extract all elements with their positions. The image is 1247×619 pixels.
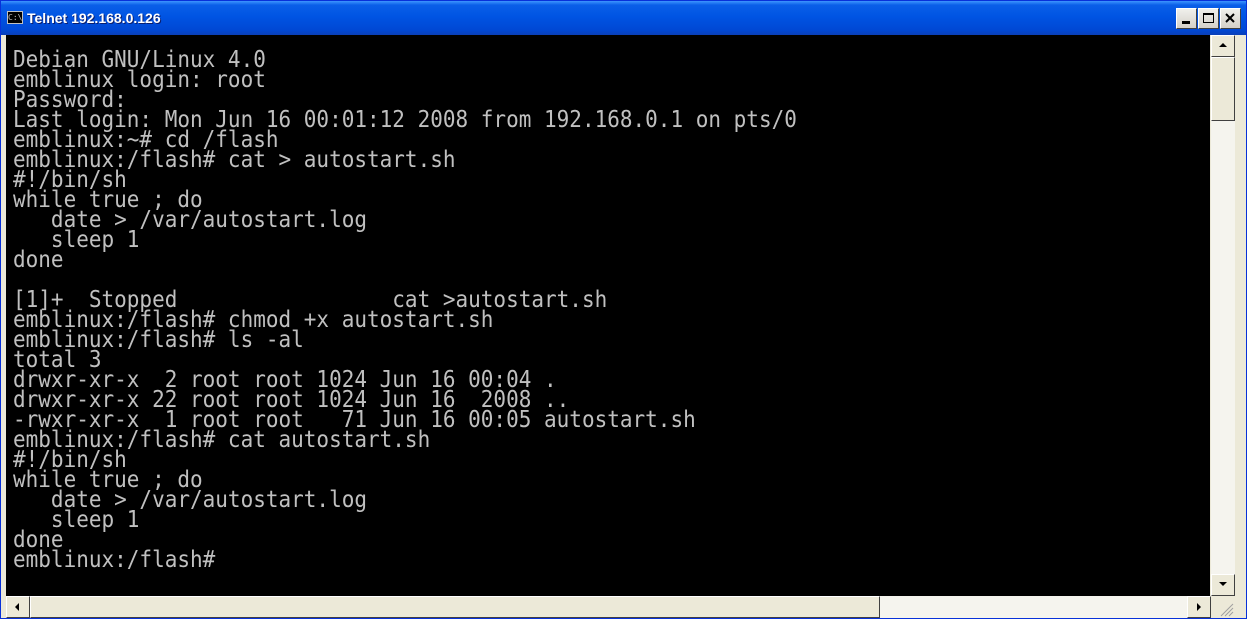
- title-bar[interactable]: C:\ Telnet 192.168.0.126: [1, 1, 1246, 35]
- minimize-button[interactable]: [1176, 8, 1197, 29]
- resize-grip-icon: [1220, 603, 1234, 617]
- maximize-button[interactable]: [1198, 8, 1219, 29]
- scroll-up-arrow-icon: [1219, 43, 1227, 47]
- scroll-right-arrow-icon: [1197, 603, 1201, 611]
- console-window-icon[interactable]: C:\: [7, 11, 23, 24]
- vertical-scroll-thumb[interactable]: [1211, 57, 1235, 121]
- terminal-line: done: [13, 245, 64, 273]
- scroll-up-button[interactable]: [1211, 35, 1235, 57]
- scroll-down-button[interactable]: [1211, 574, 1235, 596]
- maximize-icon: [1203, 13, 1214, 23]
- resize-grip[interactable]: [1211, 596, 1235, 618]
- scroll-down-arrow-icon: [1219, 582, 1227, 586]
- terminal-prompt: emblinux:/flash#: [13, 545, 216, 573]
- window-title: Telnet 192.168.0.126: [27, 10, 161, 26]
- horizontal-scroll-thumb[interactable]: [30, 596, 880, 618]
- terminal-output[interactable]: Debian GNU/Linux 4.0 emblinux login: roo…: [6, 35, 1210, 596]
- minimize-icon: [1182, 21, 1190, 24]
- close-button[interactable]: [1220, 8, 1241, 29]
- close-icon: [1225, 13, 1235, 23]
- telnet-window: C:\ Telnet 192.168.0.126 Debian GNU/Linu…: [0, 0, 1247, 619]
- scroll-left-button[interactable]: [6, 596, 30, 618]
- horizontal-scrollbar[interactable]: [6, 596, 1211, 618]
- scroll-left-arrow-icon: [15, 603, 19, 611]
- vertical-scrollbar[interactable]: [1211, 35, 1235, 596]
- scroll-right-button[interactable]: [1187, 596, 1211, 618]
